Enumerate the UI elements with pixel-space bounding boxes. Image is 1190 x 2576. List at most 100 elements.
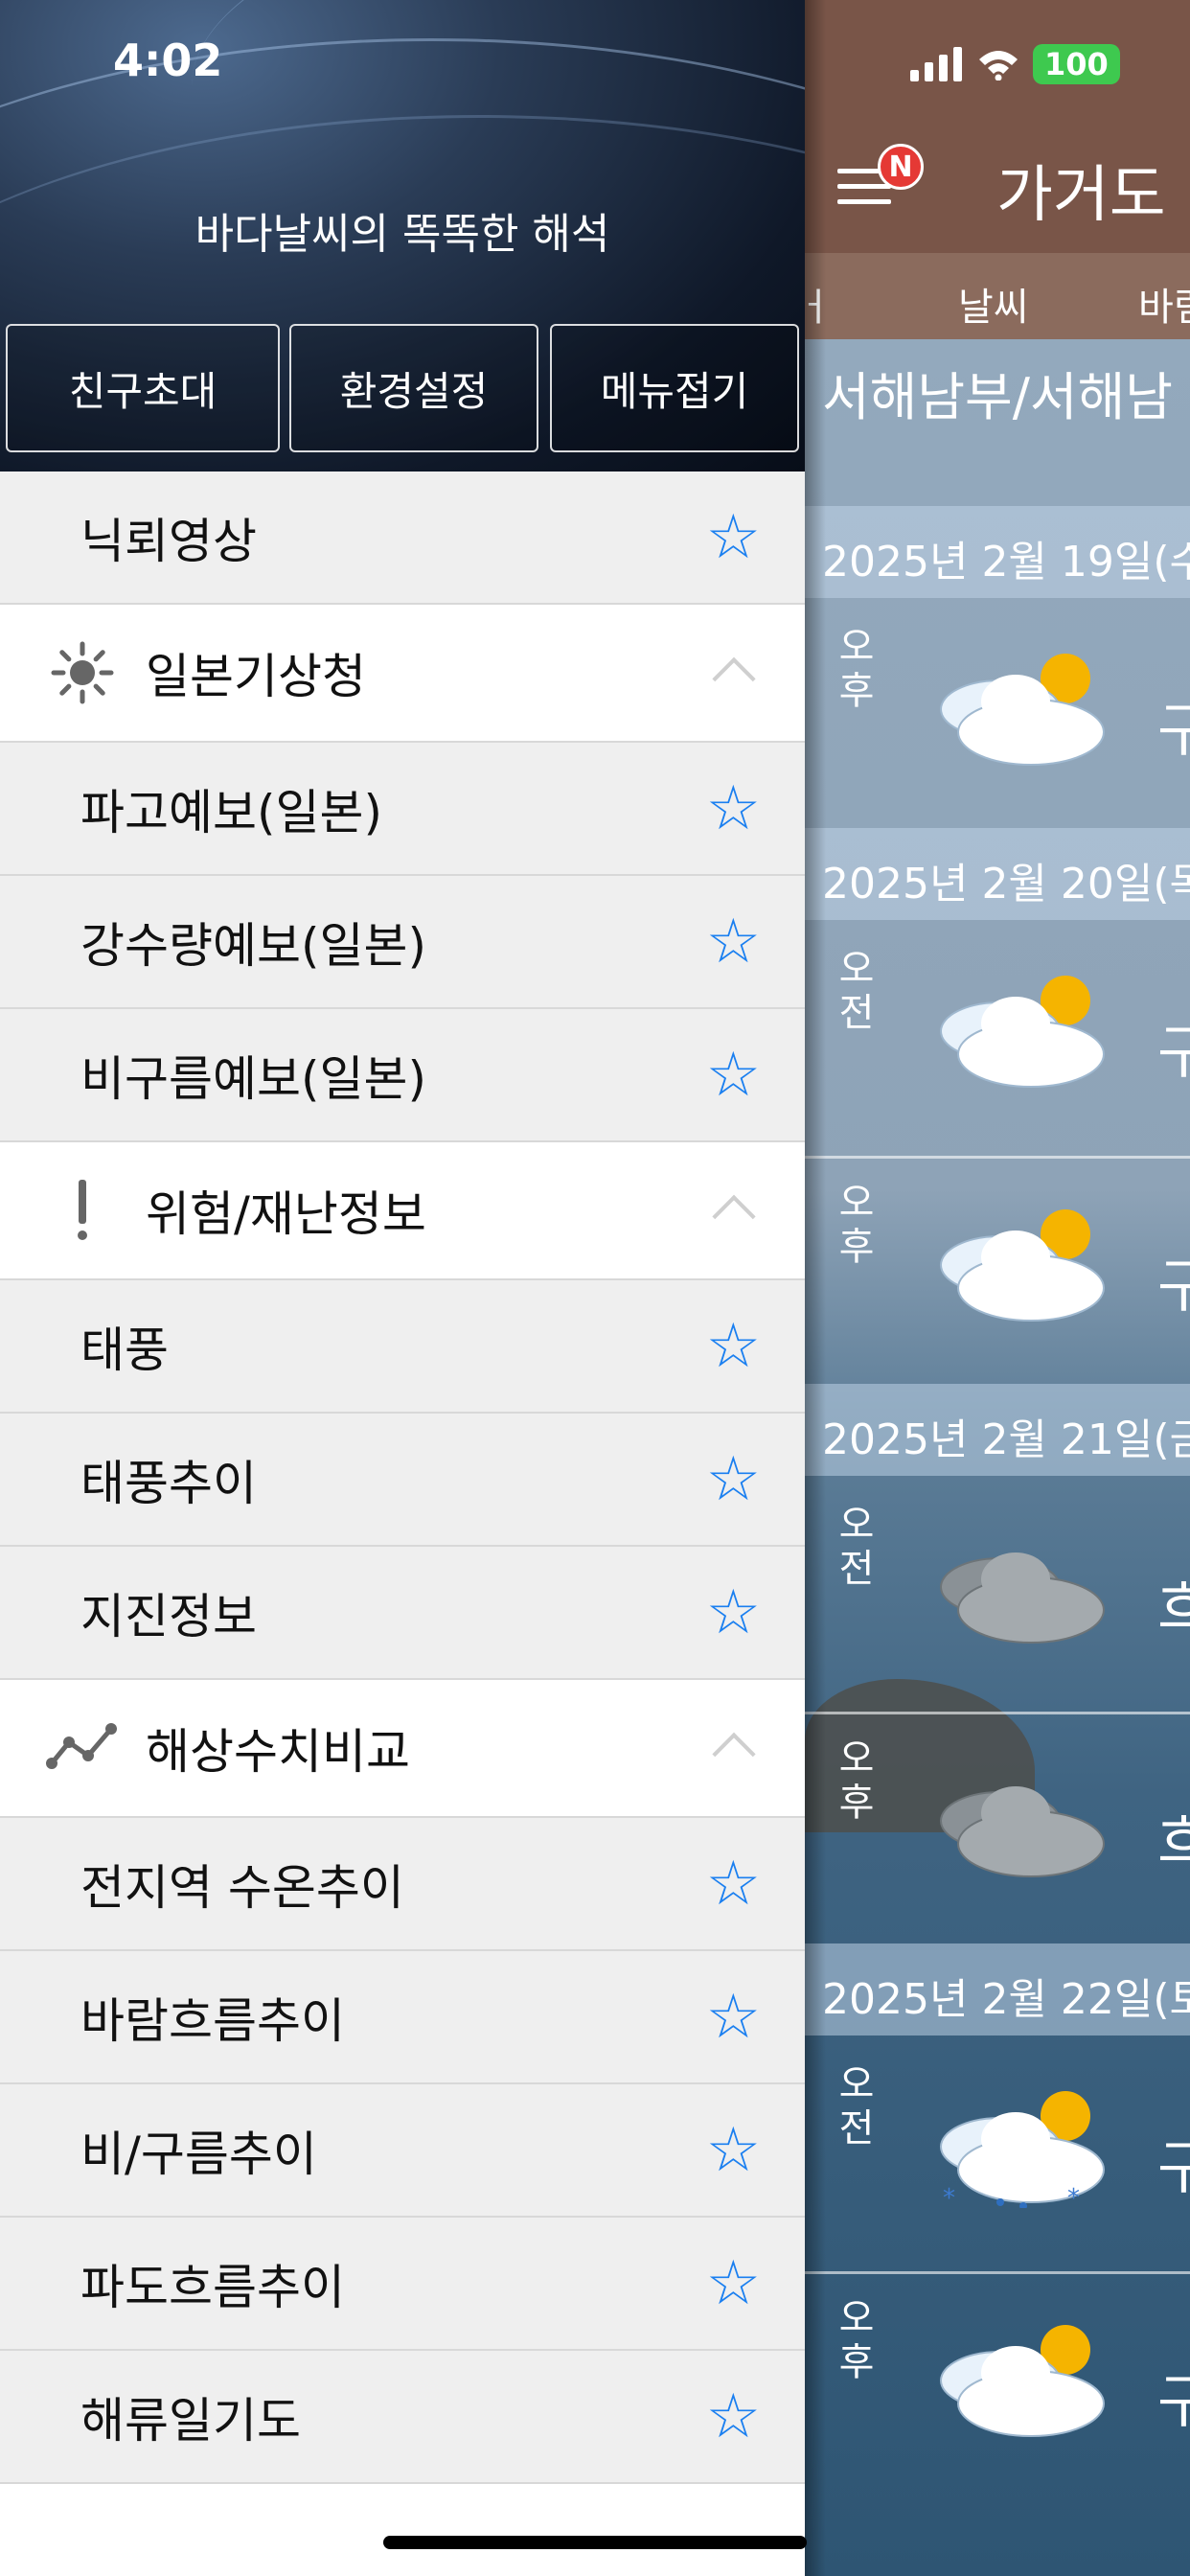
ampm-label: 오후 <box>838 1181 875 1269</box>
favorite-star-icon[interactable]: ☆ <box>706 1582 761 1644</box>
forecast-row: 오후흐 <box>805 1719 1190 1942</box>
menu-label: 비구름예보(일본) <box>80 1050 427 1107</box>
forecast-row: 오전구 <box>805 930 1190 1152</box>
forecast-row: 오 전 * * 구 <box>805 2045 1190 2267</box>
favorite-star-icon[interactable]: ☆ <box>706 2120 761 2181</box>
menu-item[interactable]: 비구름예보(일본) ☆ <box>0 1009 805 1142</box>
invite-friends-button[interactable]: 친구초대 <box>6 324 280 452</box>
partly-cloudy-icon <box>924 1202 1115 1326</box>
condition-text: 흐 <box>1157 1576 1190 1643</box>
favorite-star-icon[interactable]: ☆ <box>706 507 761 568</box>
menu-item[interactable]: 닉뢰영상 ☆ <box>0 472 805 605</box>
menu-item[interactable]: 태풍 ☆ <box>0 1280 805 1414</box>
partly-cloudy-icon <box>924 968 1115 1092</box>
favorite-star-icon[interactable]: ☆ <box>706 1045 761 1106</box>
ampm-label: 오후 <box>838 625 875 713</box>
menu-label: 일본기상청 <box>146 649 366 704</box>
location-title: 가거도 <box>996 160 1166 231</box>
favorite-star-icon[interactable]: ☆ <box>706 1987 761 2048</box>
background-forecast-app: 100 N 가거도 ㅓ 날씨 바림 서해남부/서해남 2025년 2월 19일(… <box>805 0 1190 2576</box>
drawer-menu-list: 닉뢰영상 ☆ 일본기상청파고예보(일본) ☆ 강수량예보(일본) ☆ 비구름예보(일본) ☆ 위… <box>0 472 805 2484</box>
sun-icon <box>46 636 119 709</box>
ampm-label: 오전 <box>838 2062 875 2150</box>
menu-label: 파고예보(일본) <box>80 784 383 840</box>
region-heading: 서해남부/서해남 <box>822 367 1173 427</box>
menu-item[interactable]: 해류일기도 ☆ <box>0 2351 805 2484</box>
menu-label: 태풍추이 <box>80 1455 257 1511</box>
settings-button[interactable]: 환경설정 <box>289 324 538 452</box>
favorite-star-icon[interactable]: ☆ <box>706 1853 761 1915</box>
tab-wind[interactable]: 바림 <box>1138 276 1190 332</box>
cloudy-icon <box>924 1524 1115 1648</box>
menu-item[interactable]: 지진정보 ☆ <box>0 1547 805 1680</box>
menu-label: 해류일기도 <box>80 2392 301 2449</box>
menu-label: 강수량예보(일본) <box>80 917 427 974</box>
menu-label: 전지역 수온추이 <box>80 1859 404 1916</box>
status-icons: 100 <box>910 44 1120 84</box>
svg-text:*: * <box>943 2184 955 2208</box>
partly-cloudy-icon <box>924 2317 1115 2442</box>
chevron-up-icon[interactable] <box>712 1194 756 1239</box>
drawer-tagline: 바다날씨의 똑똑한 해석 <box>195 210 610 259</box>
forecast-date-header: 2025년 2월 22일(토 <box>805 1944 1190 2036</box>
rain-snow-icon: * * <box>924 2083 1115 2213</box>
new-badge: N <box>878 144 924 190</box>
home-indicator[interactable] <box>383 2536 807 2549</box>
menu-section-header[interactable]: 위험/재난정보 <box>0 1142 805 1280</box>
menu-section-header[interactable]: 일본기상청 <box>0 605 805 743</box>
exclamation-icon <box>46 1174 119 1247</box>
forecast-divider <box>805 1712 1190 1714</box>
menu-item[interactable]: 바람흐름추이 ☆ <box>0 1951 805 2084</box>
menu-label: 태풍 <box>80 1322 169 1378</box>
ampm-label: 오후 <box>838 2296 875 2384</box>
app-tab-bar: ㅓ 날씨 바림 <box>805 253 1190 339</box>
forecast-row: 오후구 <box>805 2279 1190 2501</box>
menu-label: 해상수치비교 <box>146 1724 410 1780</box>
menu-label: 지진정보 <box>80 1588 257 1644</box>
favorite-star-icon[interactable]: ☆ <box>706 778 761 840</box>
forecast-divider <box>805 2271 1190 2274</box>
favorite-star-icon[interactable]: ☆ <box>706 911 761 973</box>
navigation-drawer: 4:02 바다날씨의 똑똑한 해석 친구초대 환경설정 메뉴접기 닉뢰영상 ☆ 일본… <box>0 0 805 2576</box>
condition-text: 구 <box>1157 698 1190 765</box>
menu-item[interactable]: 태풍추이 ☆ <box>0 1414 805 1547</box>
chevron-up-icon[interactable] <box>712 1732 756 1777</box>
forecast-date-header: 2025년 2월 19일(수 <box>805 506 1190 598</box>
favorite-star-icon[interactable]: ☆ <box>706 1449 761 1510</box>
menu-label: 비/구름추이 <box>80 2126 317 2182</box>
chevron-up-icon[interactable] <box>712 656 756 702</box>
condition-text: 구 <box>1157 2369 1190 2436</box>
menu-section-header[interactable]: 해상수치비교 <box>0 1680 805 1818</box>
svg-text:*: * <box>1067 2184 1080 2208</box>
menu-item[interactable]: 파도흐름추이 ☆ <box>0 2218 805 2351</box>
menu-label: 파도흐름추이 <box>80 2259 345 2315</box>
forecast-row: 오전흐 <box>805 1485 1190 1708</box>
ampm-label: 오전 <box>838 1503 875 1591</box>
tab-weather[interactable]: 날씨 <box>958 276 1029 332</box>
menu-label: 바람흐름추이 <box>80 1992 345 2049</box>
partly-cloudy-icon <box>924 646 1115 770</box>
menu-label: 위험/재난정보 <box>146 1186 426 1242</box>
forecast-date-header: 2025년 2월 21일(금 <box>805 1384 1190 1476</box>
favorite-star-icon[interactable]: ☆ <box>706 2386 761 2448</box>
wifi-icon <box>979 51 1018 80</box>
drawer-shadow <box>805 0 826 2576</box>
battery-indicator: 100 <box>1033 44 1120 84</box>
menu-item[interactable]: 전지역 수온추이 ☆ <box>0 1818 805 1951</box>
forecast-date-header: 2025년 2월 20일(목 <box>805 828 1190 920</box>
line-chart-icon <box>46 1712 119 1784</box>
menu-item[interactable]: 비/구름추이 ☆ <box>0 2084 805 2218</box>
favorite-star-icon[interactable]: ☆ <box>706 2253 761 2314</box>
ampm-label: 오전 <box>838 947 875 1035</box>
condition-text: 구 <box>1157 1020 1190 1087</box>
drawer-header: 4:02 바다날씨의 똑똑한 해석 친구초대 환경설정 메뉴접기 <box>0 0 805 472</box>
menu-label: 닉뢰영상 <box>80 513 257 569</box>
menu-item[interactable]: 파고예보(일본) ☆ <box>0 743 805 876</box>
favorite-star-icon[interactable]: ☆ <box>706 1316 761 1377</box>
collapse-menu-button[interactable]: 메뉴접기 <box>550 324 799 452</box>
cloudy-icon <box>924 1758 1115 1882</box>
condition-text: 구 <box>1157 2135 1190 2202</box>
cellular-signal-icon <box>910 47 962 81</box>
condition-text: 흐 <box>1157 1809 1190 1876</box>
menu-item[interactable]: 강수량예보(일본) ☆ <box>0 876 805 1009</box>
